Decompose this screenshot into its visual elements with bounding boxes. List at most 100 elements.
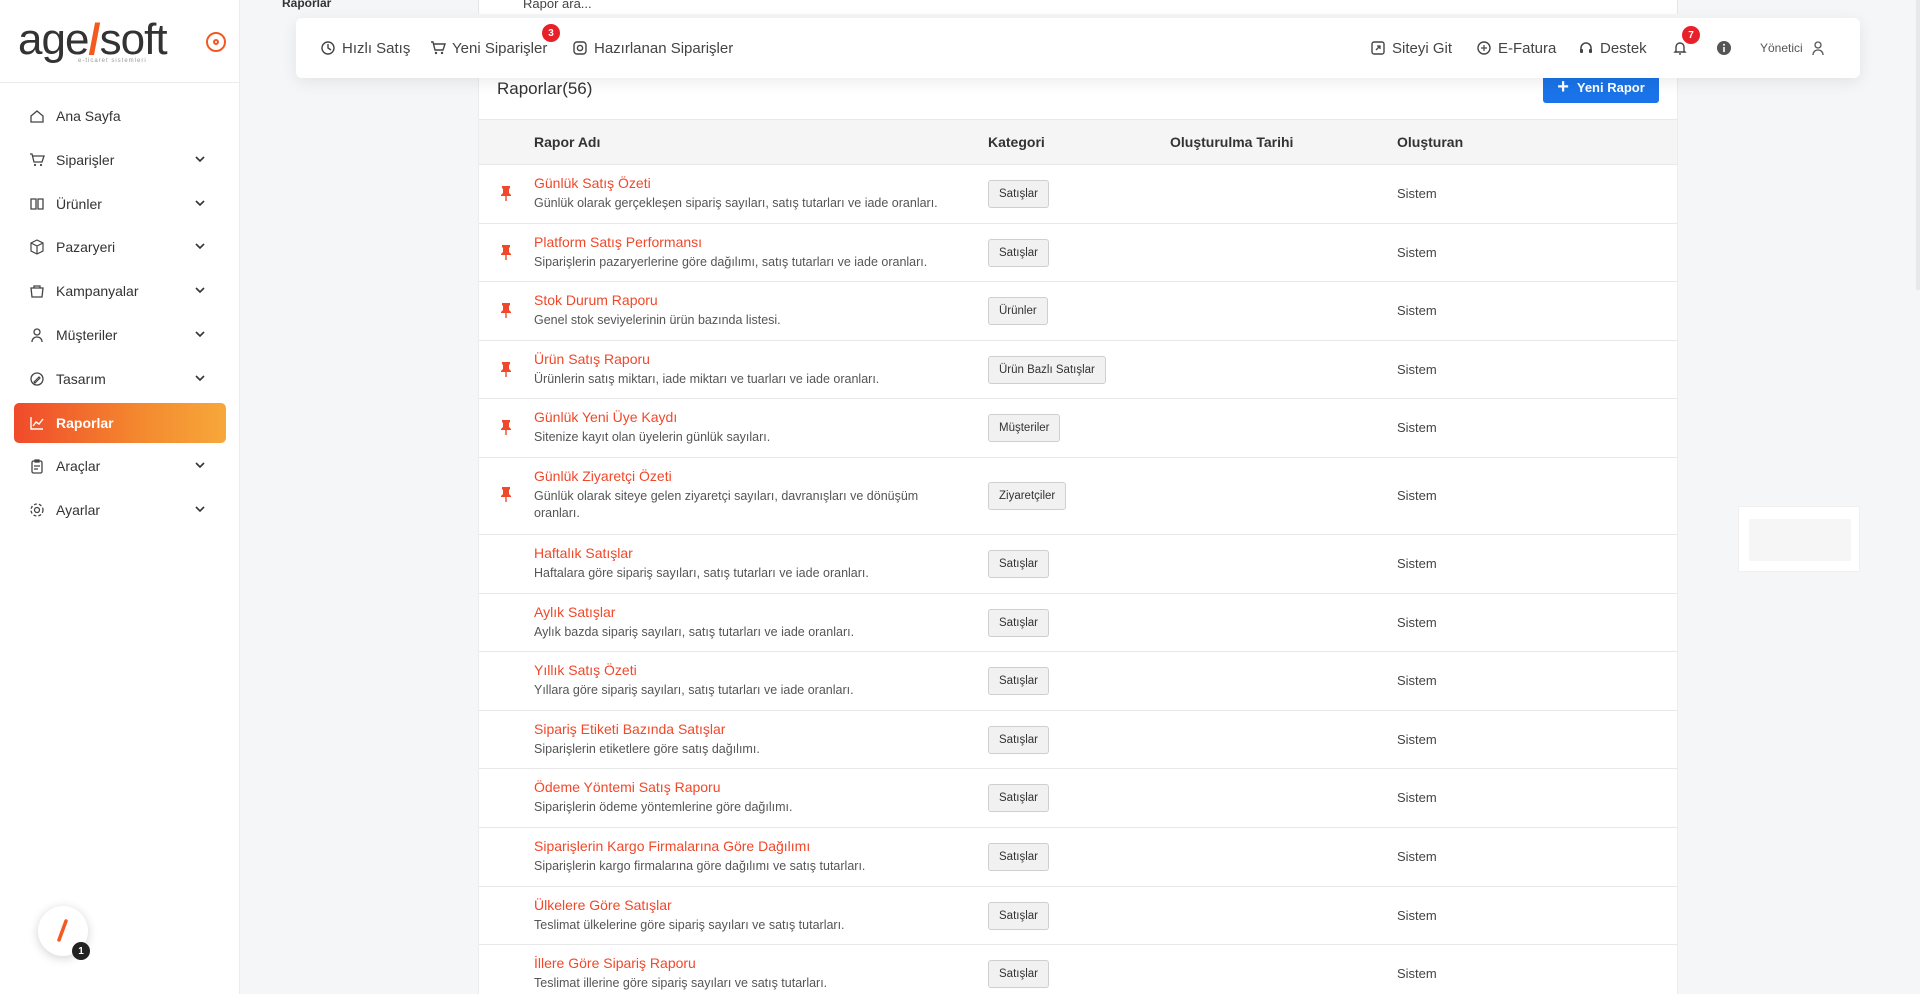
report-title-link[interactable]: Yıllık Satış Özeti	[534, 662, 637, 678]
column-header-created-by[interactable]: Oluşturan	[1397, 134, 1463, 150]
table-row[interactable]: Siparişlerin Kargo Firmalarına Göre Dağı…	[479, 828, 1677, 887]
report-title-link[interactable]: Stok Durum Raporu	[534, 292, 658, 308]
table-row[interactable]: Günlük Yeni Üye Kaydı Sitenize kayıt olan…	[479, 399, 1677, 458]
book-icon	[28, 195, 46, 213]
quick-action-button[interactable]: 1	[38, 906, 90, 960]
table-row[interactable]: Sipariş Etiketi Bazında Satışlar Siparişl…	[479, 711, 1677, 770]
clipboard-icon	[28, 457, 46, 475]
report-description: Siparişlerin pazaryerlerine göre dağılım…	[534, 254, 928, 269]
sidebar-item-label: Araçlar	[56, 458, 101, 475]
category-badge[interactable]: Satışlar	[988, 549, 1049, 578]
report-title-link[interactable]: Günlük Yeni Üye Kaydı	[534, 409, 677, 425]
report-title-link[interactable]: Günlük Satış Özeti	[534, 175, 651, 191]
table-header: Rapor Adı Kategori Oluşturulma Tarihi Ol…	[479, 119, 1677, 165]
report-title-link[interactable]: Ürün Satış Raporu	[534, 351, 650, 367]
report-title-link[interactable]: Ülkelere Göre Satışlar	[534, 897, 672, 913]
pin-icon[interactable]	[499, 244, 513, 260]
table-row[interactable]: Platform Satış Performansı Siparişlerin p…	[479, 224, 1677, 283]
table-row[interactable]: Ürün Satış Raporu Ürünlerin satış miktarı…	[479, 341, 1677, 400]
report-description: Teslimat ülkelerine göre sipariş sayılar…	[534, 917, 845, 932]
sidebar-item-tasarım[interactable]: Tasarım	[14, 359, 226, 399]
column-header-category[interactable]: Kategori	[988, 134, 1045, 150]
e-invoice-link[interactable]: E-Fatura	[1476, 18, 1556, 78]
table-row[interactable]: İllere Göre Sipariş Raporu Teslimat iller…	[479, 945, 1677, 994]
column-header-created-at[interactable]: Oluşturulma Tarihi	[1170, 134, 1293, 150]
category-badge[interactable]: Satışlar	[988, 608, 1049, 637]
report-title-link[interactable]: Sipariş Etiketi Bazında Satışlar	[534, 721, 725, 737]
report-title-link[interactable]: Siparişlerin Kargo Firmalarına Göre Dağı…	[534, 838, 810, 854]
table-row[interactable]: Yıllık Satış Özeti Yıllara göre sipariş s…	[479, 652, 1677, 711]
column-header-name[interactable]: Rapor Adı	[534, 134, 600, 150]
sidebar-item-label: Kampanyalar	[56, 283, 139, 300]
category-badge[interactable]: Ürün Bazlı Satışlar	[988, 355, 1106, 384]
category-badge[interactable]: Satışlar	[988, 842, 1049, 871]
report-title-link[interactable]: Aylık Satışlar	[534, 604, 615, 620]
sidebar-item-araçlar[interactable]: Araçlar	[14, 446, 226, 486]
pin-icon[interactable]	[499, 486, 513, 502]
category-badge[interactable]: Satışlar	[988, 667, 1049, 696]
category-badge[interactable]: Müşteriler	[988, 414, 1061, 443]
pin-icon[interactable]	[499, 185, 513, 201]
category-badge[interactable]: Satışlar	[988, 960, 1049, 989]
search-input-area[interactable]: Rapor ara...	[478, 0, 1678, 14]
sidebar-item-ayarlar[interactable]: Ayarlar	[14, 490, 226, 530]
table-row[interactable]: Haftalık Satışlar Haftalara göre sipariş …	[479, 535, 1677, 594]
scrollbar[interactable]	[1916, 0, 1920, 290]
report-title-link[interactable]: İllere Göre Sipariş Raporu	[534, 955, 696, 971]
table-row[interactable]: Günlük Satış Özeti Günlük olarak gerçekle…	[479, 165, 1677, 224]
sidebar-item-müşteriler[interactable]: Müşteriler	[14, 315, 226, 355]
sidebar-item-kampanyalar[interactable]: Kampanyalar	[14, 271, 226, 311]
sidebar-item-pazaryeri[interactable]: Pazaryeri	[14, 227, 226, 267]
quick-sale-link[interactable]: Hızlı Satış	[320, 18, 410, 78]
table-row[interactable]: Ödeme Yöntemi Satış Raporu Siparişlerin ö…	[479, 769, 1677, 828]
quick-action-count-badge: 1	[72, 942, 90, 960]
report-description: Siparişlerin ödeme yöntemlerine göre dağ…	[534, 800, 793, 815]
new-orders-link[interactable]: Yeni Siparişler 3	[430, 18, 560, 78]
table-row[interactable]: Ülkelere Göre Satışlar Teslimat ülkelerin…	[479, 887, 1677, 946]
user-menu[interactable]: Yönetici	[1760, 18, 1831, 78]
report-description: Haftalara göre sipariş sayıları, satış t…	[534, 565, 869, 580]
brand-tagline: e-ticaret sistemleri	[78, 58, 147, 64]
sidebar-item-label: Raporlar	[56, 414, 114, 431]
report-title-link[interactable]: Platform Satış Performansı	[534, 234, 702, 250]
brand-logo[interactable]: age/soft e-ticaret sistemleri	[18, 18, 188, 66]
report-description: Aylık bazda sipariş sayıları, satış tuta…	[534, 624, 855, 639]
table-row[interactable]: Günlük Ziyaretçi Özeti Günlük olarak site…	[479, 458, 1677, 535]
breadcrumb: Raporlar	[282, 0, 332, 10]
notifications-button[interactable]: 7	[1672, 18, 1700, 78]
support-link[interactable]: Destek	[1578, 18, 1647, 78]
category-badge[interactable]: Satışlar	[988, 784, 1049, 813]
sidebar-item-raporlar[interactable]: Raporlar	[14, 402, 226, 443]
user-role: Yönetici	[1760, 41, 1803, 55]
category-badge[interactable]: Ziyaretçiler	[988, 481, 1067, 510]
sidebar-item-siparişler[interactable]: Siparişler	[14, 140, 226, 180]
pin-icon[interactable]	[499, 419, 513, 436]
category-badge[interactable]: Satışlar	[988, 180, 1049, 208]
report-owner: Sistem	[1397, 186, 1437, 201]
search-input[interactable]: Rapor ara...	[523, 0, 592, 11]
report-owner: Sistem	[1397, 303, 1437, 319]
report-title-link[interactable]: Günlük Ziyaretçi Özeti	[534, 468, 672, 484]
table-row[interactable]: Aylık Satışlar Aylık bazda sipariş sayıla…	[479, 594, 1677, 653]
chevron-down-icon	[194, 239, 206, 255]
preparing-orders-link[interactable]: Hazırlanan Siparişler	[572, 18, 733, 78]
report-description: Sitenize kayıt olan üyelerin günlük sayı…	[534, 430, 771, 445]
sidebar-toggle-icon[interactable]	[206, 32, 226, 52]
info-button[interactable]	[1716, 18, 1738, 78]
category-badge[interactable]: Ürünler	[988, 297, 1048, 326]
pin-icon[interactable]	[499, 302, 513, 319]
sidebar-item-ana-sayfa[interactable]: Ana Sayfa	[14, 96, 226, 136]
sidebar-item-ürünler[interactable]: Ürünler	[14, 184, 226, 224]
category-badge[interactable]: Satışlar	[988, 238, 1049, 267]
report-title-link[interactable]: Ödeme Yöntemi Satış Raporu	[534, 779, 721, 795]
report-title-link[interactable]: Haftalık Satışlar	[534, 545, 633, 561]
category-badge[interactable]: Satışlar	[988, 901, 1049, 930]
report-owner: Sistem	[1397, 555, 1437, 571]
category-badge[interactable]: Satışlar	[988, 725, 1049, 754]
pin-icon[interactable]	[499, 361, 513, 377]
sidebar-item-label: Ürünler	[56, 195, 102, 212]
table-row[interactable]: Stok Durum Raporu Genel stok seviyelerini…	[479, 282, 1677, 341]
chevron-down-icon	[194, 458, 206, 474]
report-owner: Sistem	[1397, 731, 1437, 747]
visit-site-link[interactable]: Siteyi Git	[1370, 18, 1452, 78]
